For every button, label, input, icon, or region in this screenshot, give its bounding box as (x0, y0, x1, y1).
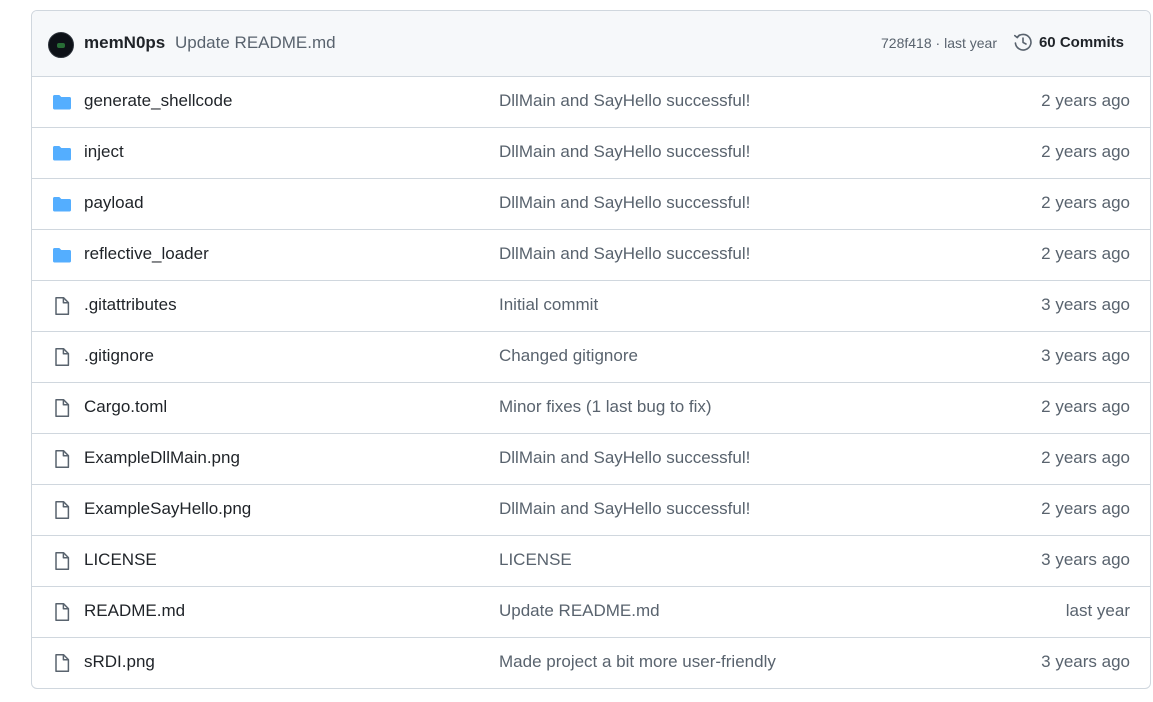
file-icon (52, 602, 72, 622)
commit-meta: 728f418 · last year (881, 35, 997, 51)
table-row: README.md Update README.md last year (32, 587, 1150, 638)
commits-count-label: 60 Commits (1038, 33, 1124, 51)
commit-age: 3 years ago (1041, 652, 1130, 671)
history-icon (1013, 33, 1032, 51)
commit-message-link[interactable]: DllMain and SayHello successful! (499, 142, 750, 162)
file-list: generate_shellcode DllMain and SayHello s… (32, 77, 1150, 688)
table-row: sRDI.png Made project a bit more user-fri… (32, 638, 1150, 688)
commit-message-link[interactable]: Minor fixes (1 last bug to fix) (499, 397, 712, 417)
table-row: Cargo.toml Minor fixes (1 last bug to fix… (32, 383, 1150, 434)
file-icon (52, 653, 72, 673)
file-icon (52, 500, 72, 520)
table-row: .gitignore Changed gitignore 3 years ago (32, 332, 1150, 383)
table-row: inject DllMain and SayHello successful! 2 … (32, 128, 1150, 179)
commit-message-link[interactable]: DllMain and SayHello successful! (499, 499, 750, 519)
commit-age: 3 years ago (1041, 346, 1130, 365)
latest-commit-message[interactable]: Update README.md (175, 33, 336, 53)
commit-age: 2 years ago (1041, 448, 1130, 467)
file-link[interactable]: Cargo.toml (84, 397, 167, 417)
commit-message-link[interactable]: DllMain and SayHello successful! (499, 448, 750, 468)
table-row: ExampleSayHello.png DllMain and SayHello … (32, 485, 1150, 536)
commit-age: 2 years ago (1041, 193, 1130, 212)
commits-history-button[interactable]: 60 Commits (1013, 32, 1124, 52)
commit-age: 2 years ago (1041, 244, 1130, 263)
commit-message-link[interactable]: DllMain and SayHello successful! (499, 244, 750, 264)
commit-age: 2 years ago (1041, 91, 1130, 110)
file-link[interactable]: README.md (84, 601, 185, 621)
commit-author-link[interactable]: memN0ps (84, 33, 165, 53)
folder-icon (52, 143, 72, 163)
file-link[interactable]: sRDI.png (84, 652, 155, 672)
table-row: reflective_loader DllMain and SayHello su… (32, 230, 1150, 281)
commit-message-link[interactable]: DllMain and SayHello successful! (499, 193, 750, 213)
table-row: payload DllMain and SayHello successful! 2… (32, 179, 1150, 230)
folder-link[interactable]: reflective_loader (84, 244, 209, 264)
meta-separator: · (931, 35, 945, 51)
file-icon (52, 347, 72, 367)
commit-message-link[interactable]: Changed gitignore (499, 346, 638, 366)
commit-time: last year (944, 35, 997, 51)
commit-message-link[interactable]: Update README.md (499, 601, 660, 621)
file-link[interactable]: LICENSE (84, 550, 157, 570)
file-link[interactable]: ExampleDllMain.png (84, 448, 240, 468)
folder-icon (52, 194, 72, 214)
commit-message-link[interactable]: LICENSE (499, 550, 572, 570)
commit-age: 2 years ago (1041, 499, 1130, 518)
commit-age: 2 years ago (1041, 142, 1130, 161)
commit-message-link[interactable]: Initial commit (499, 295, 598, 315)
table-row: .gitattributes Initial commit 3 years ago (32, 281, 1150, 332)
commit-sha-link[interactable]: 728f418 (881, 35, 932, 51)
file-browser: memN0ps Update README.md 728f418 · last … (31, 10, 1151, 689)
folder-link[interactable]: generate_shellcode (84, 91, 232, 111)
commit-message-link[interactable]: DllMain and SayHello successful! (499, 91, 750, 111)
file-icon (52, 449, 72, 469)
file-icon (52, 398, 72, 418)
folder-link[interactable]: inject (84, 142, 124, 162)
commit-age: 2 years ago (1041, 397, 1130, 416)
table-row: ExampleDllMain.png DllMain and SayHello s… (32, 434, 1150, 485)
commit-age: 3 years ago (1041, 550, 1130, 569)
avatar-image (57, 42, 65, 48)
file-link[interactable]: .gitignore (84, 346, 154, 366)
folder-icon (52, 92, 72, 112)
folder-icon (52, 245, 72, 265)
table-row: LICENSE LICENSE 3 years ago (32, 536, 1150, 587)
file-icon (52, 551, 72, 571)
commit-age: last year (1065, 601, 1130, 620)
file-link[interactable]: ExampleSayHello.png (84, 499, 251, 519)
commit-age: 3 years ago (1041, 295, 1130, 314)
table-row: generate_shellcode DllMain and SayHello s… (32, 77, 1150, 128)
latest-commit-bar: memN0ps Update README.md 728f418 · last … (32, 11, 1150, 77)
file-icon (52, 296, 72, 316)
avatar[interactable] (48, 32, 74, 58)
folder-link[interactable]: payload (84, 193, 144, 213)
file-link[interactable]: .gitattributes (84, 295, 177, 315)
commit-message-link[interactable]: Made project a bit more user-friendly (499, 652, 776, 672)
